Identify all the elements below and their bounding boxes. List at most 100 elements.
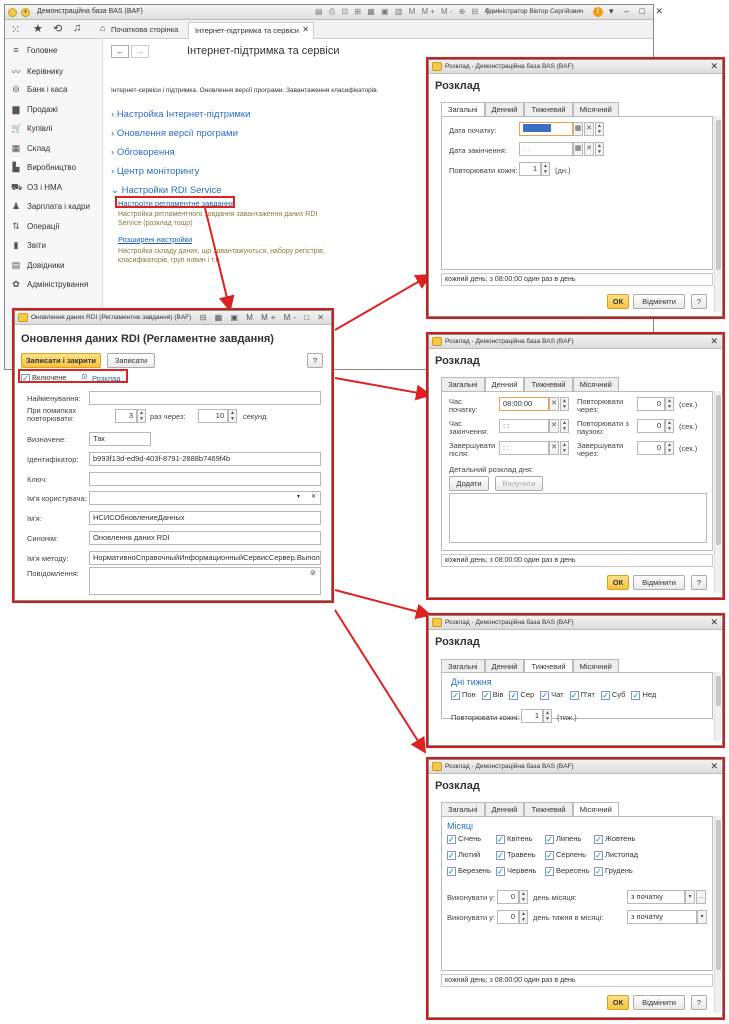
scrollbar-thumb[interactable] bbox=[716, 676, 721, 706]
calendar-icon[interactable]: ▦ bbox=[573, 122, 583, 136]
sidebar-item[interactable]: ⊖ Банк і каса bbox=[11, 84, 67, 95]
time-stepper[interactable]: ▲ ▼ bbox=[560, 419, 569, 433]
sidebar-item[interactable]: ▦ Склад bbox=[11, 143, 50, 154]
month-checkbox[interactable]: ✓ Лютий bbox=[447, 850, 480, 860]
history-icon[interactable]: ⟲ bbox=[53, 22, 62, 35]
sidebar-item[interactable]: ▆ Продажі bbox=[11, 104, 58, 115]
window-controls[interactable]: ▾ – □ ✕ bbox=[609, 6, 667, 17]
message-field[interactable] bbox=[89, 567, 321, 595]
seconds-stepper[interactable]: ▲ ▼ bbox=[665, 441, 674, 455]
cancel-button[interactable]: Відмінити bbox=[633, 995, 685, 1010]
bell-icon[interactable]: ♫ bbox=[73, 22, 81, 34]
calendar-icon[interactable]: ▦ bbox=[573, 142, 583, 156]
help-button[interactable]: ? bbox=[691, 995, 707, 1010]
ok-button[interactable]: ОК bbox=[607, 294, 629, 309]
user-name[interactable]: Адміністратор Віктор Сергійович bbox=[485, 8, 583, 15]
end-date-field[interactable]: . . bbox=[519, 142, 573, 156]
apps-grid-icon[interactable]: ⁙ bbox=[11, 23, 20, 36]
tab-daily[interactable]: Денний bbox=[484, 802, 525, 816]
user-clear-icon[interactable]: ✕ bbox=[311, 493, 316, 500]
group-discussion[interactable]: › Обговорення bbox=[111, 147, 175, 158]
toolbar-icons[interactable]: ▤ ⎙ ⊡ ⊞ ▦ ▣ ▥ M M+ M- ⊕ ⊟ ⚲ bbox=[315, 7, 492, 17]
sidebar-item[interactable]: ♟ Зарплата і кадри bbox=[11, 201, 90, 212]
end-after-field[interactable]: : : bbox=[499, 441, 549, 455]
start-time-field[interactable]: 08:00:00 bbox=[499, 397, 549, 411]
add-button[interactable]: Додати bbox=[449, 476, 489, 491]
tab-monthly[interactable]: Місячний bbox=[572, 659, 619, 673]
retry-interval-stepper[interactable]: ▲ ▼ bbox=[228, 409, 237, 423]
home-icon[interactable]: ⌂ bbox=[100, 23, 105, 33]
month-checkbox[interactable]: ✓ Червень bbox=[496, 866, 536, 876]
chevron-down-icon[interactable]: ▾ bbox=[685, 890, 695, 904]
tab-weekly[interactable]: Тижневий bbox=[524, 659, 573, 673]
name-field[interactable] bbox=[89, 391, 321, 405]
sidebar-item[interactable]: ≡ Головне bbox=[11, 45, 57, 55]
weekday-checkbox[interactable]: ✓ Чат bbox=[540, 690, 564, 700]
sidebar-item[interactable]: ▤ Довідники bbox=[11, 260, 65, 271]
month-checkbox[interactable]: ✓ Липень bbox=[545, 834, 581, 844]
weekday-checkbox[interactable]: ✓ Пон bbox=[451, 690, 476, 700]
date-stepper[interactable]: ▲ ▼ bbox=[595, 142, 604, 156]
repeat-weeks-stepper[interactable]: ▲ ▼ bbox=[543, 709, 552, 723]
save-button[interactable]: Записати bbox=[107, 353, 155, 368]
rdi-advanced-link[interactable]: Розширені настройки bbox=[118, 235, 192, 244]
ok-button[interactable]: ОК bbox=[607, 575, 629, 590]
clear-icon[interactable]: ✕ bbox=[549, 419, 559, 433]
group-rdi[interactable]: ⌄ Настройки RDI Service bbox=[111, 185, 222, 196]
tab-weekly[interactable]: Тижневий bbox=[524, 377, 573, 391]
tab-general[interactable]: Загальні bbox=[441, 377, 485, 391]
weekday-checkbox[interactable]: ✓ Суб bbox=[600, 690, 625, 700]
scrollbar[interactable] bbox=[714, 672, 721, 741]
chevron-down-icon[interactable]: ▾ bbox=[697, 910, 707, 924]
exec-day-stepper[interactable]: ▲ ▼ bbox=[519, 910, 528, 924]
group-update[interactable]: › Оновлення версії програми bbox=[111, 128, 238, 139]
finish-after-field[interactable]: 0 bbox=[637, 441, 665, 455]
time-stepper[interactable]: ▲ ▼ bbox=[560, 397, 569, 411]
month-checkbox[interactable]: ✓ Серпень bbox=[545, 850, 586, 860]
month-checkbox[interactable]: ✓ Квітень bbox=[496, 834, 533, 844]
scrollbar-thumb[interactable] bbox=[716, 820, 721, 970]
close-icon[interactable]: ✕ bbox=[710, 616, 718, 629]
retry-count-field[interactable]: 3 bbox=[115, 409, 137, 423]
method-field[interactable]: НормативноСправочныйИнформационныйСервис… bbox=[89, 551, 321, 565]
repeat-days-stepper[interactable]: ▲ ▼ bbox=[541, 162, 550, 176]
repeat-pause-field[interactable]: 0 bbox=[637, 419, 665, 433]
close-icon[interactable]: ✕ bbox=[710, 335, 718, 348]
clear-icon[interactable]: ✕ bbox=[584, 122, 594, 136]
group-internet-support[interactable]: › Настройка Інтернет-підтримки bbox=[111, 109, 250, 120]
more-icon[interactable]: … bbox=[696, 890, 706, 904]
tab-general[interactable]: Загальні bbox=[441, 102, 485, 116]
sidebar-item[interactable]: 🛒 Купівлі bbox=[11, 123, 52, 134]
repeat-days-field[interactable]: 1 bbox=[519, 162, 541, 176]
scrollbar-thumb[interactable] bbox=[716, 395, 721, 545]
month-checkbox[interactable]: ✓ Жовтень bbox=[594, 834, 635, 844]
tab-general[interactable]: Загальні bbox=[441, 659, 485, 673]
sidebar-item[interactable]: ▙ Виробництво bbox=[11, 162, 77, 173]
tab-close-icon[interactable]: ✕ bbox=[302, 25, 309, 34]
help-button[interactable]: ? bbox=[691, 294, 707, 309]
key-field[interactable] bbox=[89, 472, 321, 486]
tab-daily[interactable]: Денний bbox=[484, 102, 525, 116]
forward-button[interactable]: → bbox=[131, 45, 149, 58]
sidebar-item[interactable]: ✿ Адміністрування bbox=[11, 279, 88, 290]
time-stepper[interactable]: ▲ ▼ bbox=[560, 441, 569, 455]
link-icon[interactable]: ⊘ bbox=[310, 569, 316, 577]
info-icon[interactable]: i bbox=[593, 7, 603, 17]
start-date-field[interactable] bbox=[519, 122, 573, 136]
close-icon[interactable]: ✕ bbox=[710, 760, 718, 773]
tab-general[interactable]: Загальні bbox=[441, 802, 485, 816]
sidebar-item[interactable]: ▮ Звіти bbox=[11, 240, 46, 251]
tab-monthly[interactable]: Місячний bbox=[572, 802, 619, 816]
from-start-select[interactable]: з початку bbox=[627, 910, 697, 924]
month-checkbox[interactable]: ✓ Травень bbox=[496, 850, 536, 860]
tab-weekly[interactable]: Тижневий bbox=[524, 102, 573, 116]
sidebar-item[interactable]: ⛟ ОЗ і НМА bbox=[11, 182, 62, 194]
favorites-star-icon[interactable]: ★ bbox=[33, 22, 43, 35]
exec-day-stepper[interactable]: ▲ ▼ bbox=[519, 890, 528, 904]
close-icon[interactable]: ✕ bbox=[710, 60, 718, 73]
ok-button[interactable]: ОК bbox=[607, 995, 629, 1010]
scrollbar[interactable] bbox=[714, 816, 721, 1013]
tab-monthly[interactable]: Місячний bbox=[572, 377, 619, 391]
date-stepper[interactable]: ▲ ▼ bbox=[595, 122, 604, 136]
scrollbar[interactable] bbox=[714, 391, 721, 593]
